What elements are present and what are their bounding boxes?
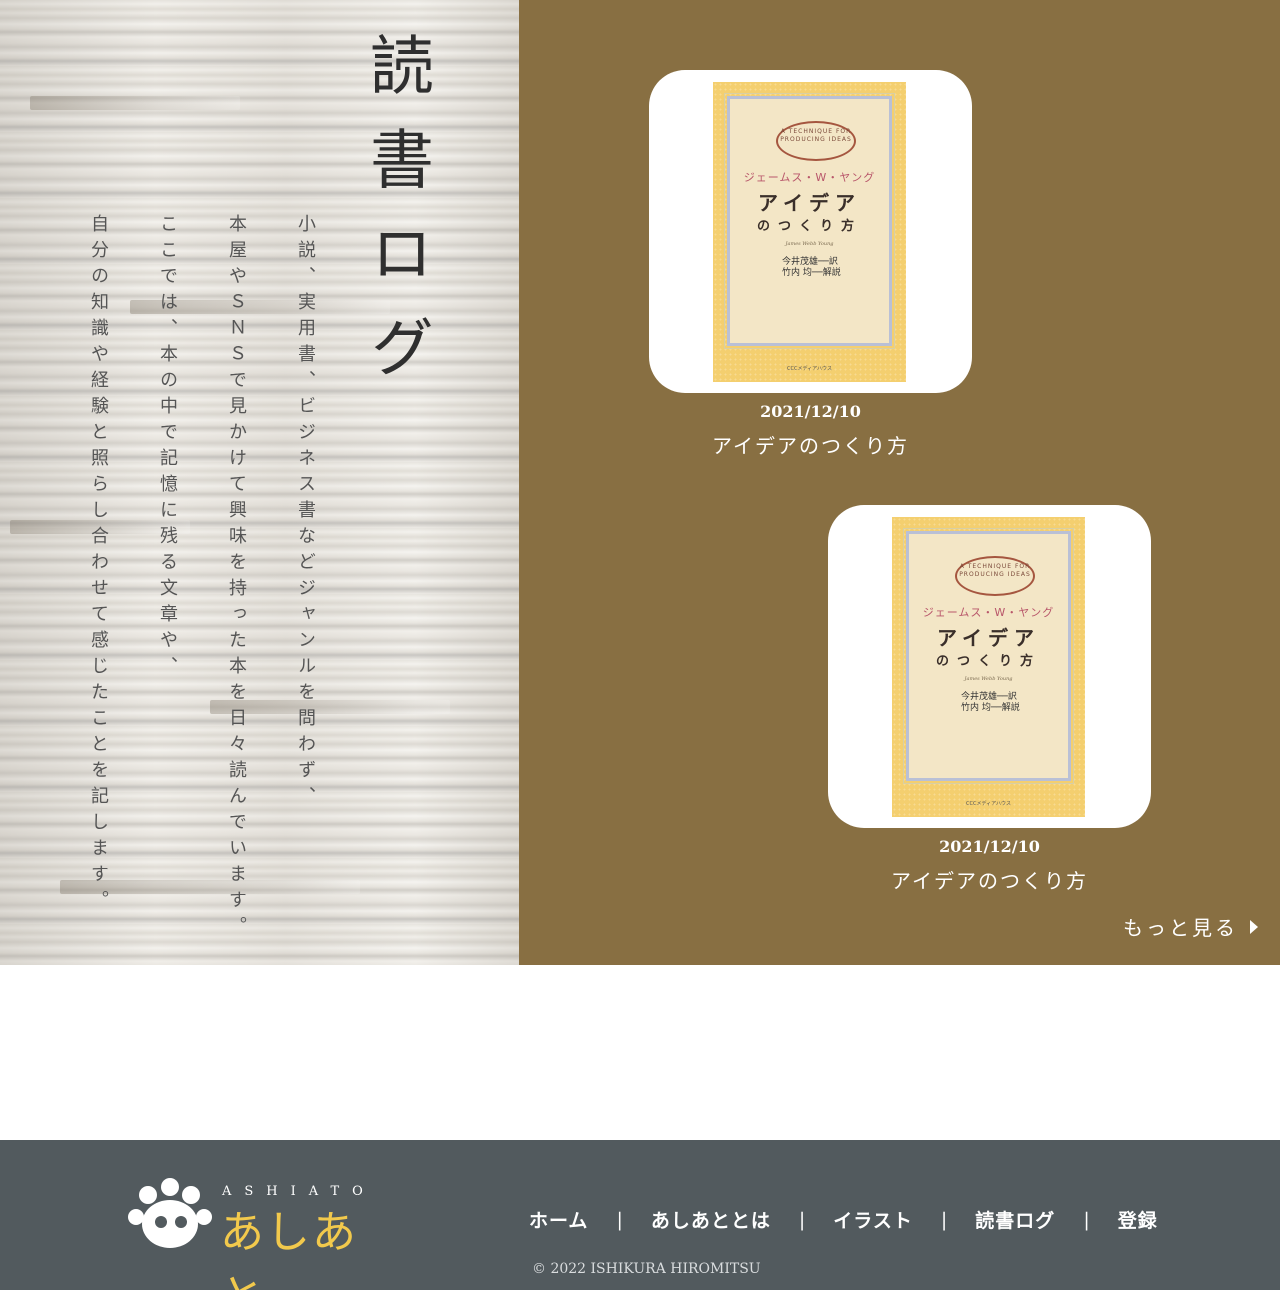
footer-nav: ホーム | あしあととは | イラスト | 読書ログ | 登録: [529, 1206, 1158, 1233]
cover-publisher: CCCメディアハウス: [787, 366, 832, 372]
cover-oval-text: A TECHNIQUE FOR PRODUCING IDEAS: [955, 556, 1035, 596]
book-spine-decoration: [30, 96, 240, 110]
cover-author: ジェームス・W・ヤング: [743, 171, 876, 184]
cover-english-name: James Webb Young: [964, 676, 1013, 682]
copyright-text: © 2022 ISHIKURA HIROMITSU: [532, 1261, 761, 1277]
cover-translator: 今井茂雄──訳: [961, 692, 1017, 702]
book-date: 2021/12/10: [760, 402, 861, 421]
cover-subtitle: のつくり方: [756, 219, 862, 234]
intro-paragraph-4: 自分の知識や経験と照らし合わせて感じたことを記します。: [88, 214, 109, 916]
cover-commentator: 竹内 均──解説: [782, 268, 841, 278]
footer-nav-illustration[interactable]: イラスト: [833, 1206, 913, 1233]
cover-frame: A TECHNIQUE FOR PRODUCING IDEAS ジェームス・W・…: [903, 528, 1074, 784]
cover-english-name: James Webb Young: [785, 241, 834, 247]
cover-title: アイデア: [937, 626, 1040, 650]
book-date: 2021/12/10: [939, 837, 1040, 856]
book-list-panel: A TECHNIQUE FOR PRODUCING IDEAS ジェームス・W・…: [519, 0, 1280, 965]
book-card[interactable]: A TECHNIQUE FOR PRODUCING IDEAS ジェームス・W・…: [828, 505, 1151, 828]
intro-paragraph-2: 本屋やＳＮＳで見かけて興味を持った本を日々読んでいます。: [226, 214, 247, 942]
footer-nav-reading-log[interactable]: 読書ログ: [975, 1206, 1055, 1233]
intro-paragraph-3: ここでは、本の中で記憶に残る文章や、: [157, 214, 178, 682]
footer-nav-about[interactable]: あしあととは: [651, 1206, 771, 1233]
cover-translator: 今井茂雄──訳: [782, 257, 838, 267]
cover-author: ジェームス・W・ヤング: [922, 606, 1055, 619]
cover-publisher: CCCメディアハウス: [966, 801, 1011, 807]
hero-panel: 読書ログ 小説、実用書、ビジネス書などジャンルを問わず、 本屋やＳＮＳで見かけて…: [0, 0, 519, 965]
more-link-label: もっと見る: [1123, 916, 1238, 940]
footer: ASHIATO あしあと ホーム | あしあととは | イラスト | 読書ログ …: [0, 1140, 1280, 1290]
cover-credits: 今井茂雄──訳 竹内 均──解説: [782, 257, 841, 279]
cover-credits: 今井茂雄──訳 竹内 均──解説: [961, 692, 1020, 714]
intro-paragraph-1: 小説、実用書、ビジネス書などジャンルを問わず、: [295, 214, 316, 812]
logo-text: あしあと: [220, 1207, 358, 1290]
cover-commentator: 竹内 均──解説: [961, 703, 1020, 713]
cover-oval-text: A TECHNIQUE FOR PRODUCING IDEAS: [776, 121, 856, 161]
site-logo[interactable]: ASHIATO あしあと: [126, 1178, 386, 1290]
book-card[interactable]: A TECHNIQUE FOR PRODUCING IDEAS ジェームス・W・…: [649, 70, 972, 393]
cover-subtitle: のつくり方: [935, 654, 1041, 669]
nav-separator: |: [1083, 1208, 1090, 1231]
cover-frame: A TECHNIQUE FOR PRODUCING IDEAS ジェームス・W・…: [724, 93, 895, 349]
nav-separator: |: [616, 1208, 623, 1231]
book-title-link[interactable]: アイデアのつくり方: [649, 430, 972, 459]
footer-nav-register[interactable]: 登録: [1118, 1206, 1158, 1233]
cover-title: アイデア: [758, 191, 861, 215]
book-cover-image[interactable]: A TECHNIQUE FOR PRODUCING IDEAS ジェームス・W・…: [713, 82, 906, 382]
footer-nav-home[interactable]: ホーム: [529, 1206, 588, 1233]
book-title-link[interactable]: アイデアのつくり方: [828, 865, 1151, 894]
more-link[interactable]: もっと見る: [1123, 912, 1258, 941]
nav-separator: |: [940, 1208, 948, 1231]
book-cover-image[interactable]: A TECHNIQUE FOR PRODUCING IDEAS ジェームス・W・…: [892, 517, 1085, 817]
paw-print-icon: [128, 1178, 212, 1248]
page-title: 読書ログ: [359, 32, 433, 408]
nav-separator: |: [798, 1208, 806, 1231]
triangle-right-icon: [1250, 919, 1258, 934]
